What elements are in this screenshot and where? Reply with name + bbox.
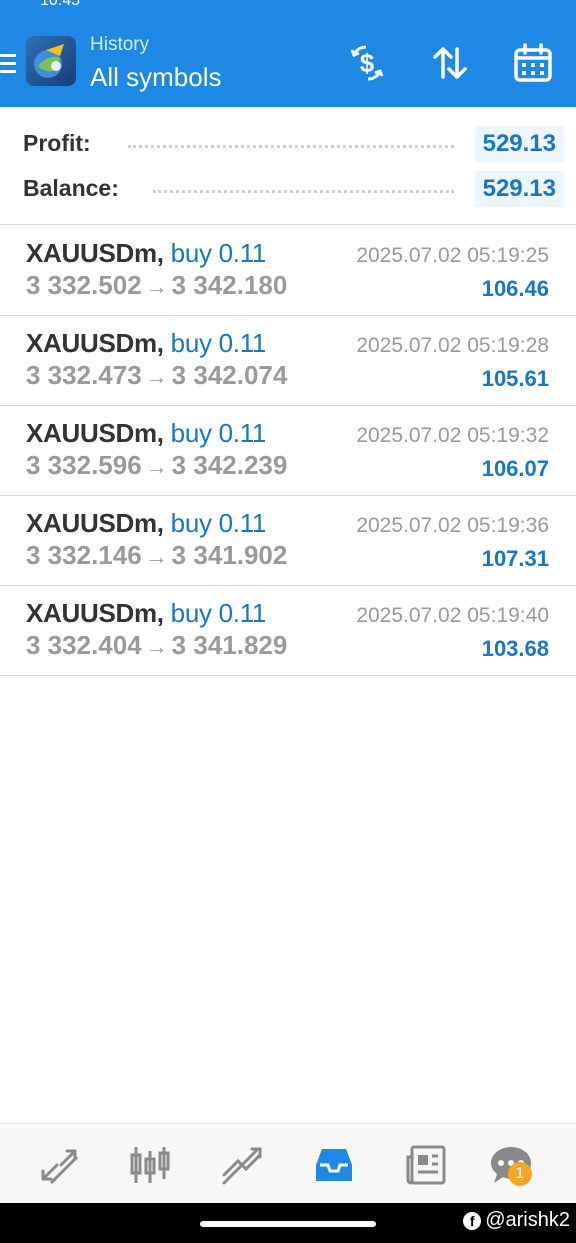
sort-icon[interactable] [427,40,473,86]
watermark-handle: @arishk2 [485,1209,570,1231]
deal-prices: 3 332.473 → 3 342.074 [26,360,287,391]
quotes-icon[interactable] [36,1142,82,1188]
chart-icon[interactable] [127,1142,173,1188]
close-price: 3 342.074 [171,360,288,390]
list-item[interactable]: XAUUSDm, buy 0.11 2025.07.02 05:19:25 3 … [0,226,576,316]
price-arrow: → [145,364,168,389]
header-title[interactable]: All symbols [90,62,221,93]
deal-time: 2025.07.02 05:19:36 [356,514,549,537]
price-arrow: → [145,634,168,659]
open-price: 3 332.596 [26,450,142,480]
deal-symbol-line: XAUUSDm, buy 0.11 [26,238,266,269]
open-price: 3 332.146 [26,540,142,570]
open-price: 3 332.404 [26,630,142,660]
system-nav-bar: f @arishk2 [0,1203,576,1243]
close-price: 3 342.239 [171,450,288,480]
deal-symbol: XAUUSDm, [26,328,164,358]
close-price: 3 342.180 [171,270,288,300]
svg-text:$: $ [360,48,375,78]
header-subtitle: History [90,34,150,55]
home-indicator[interactable] [200,1221,376,1227]
deal-profit: 106.07 [481,456,549,481]
price-arrow: → [145,454,168,479]
deal-symbol-line: XAUUSDm, buy 0.11 [26,598,266,629]
deal-prices: 3 332.404 → 3 341.829 [26,630,287,661]
price-arrow: → [145,274,168,299]
balance-label: Balance: [23,175,119,201]
mt5-history-screen: 10:45 History All symbols $ Profit: 529.… [0,0,576,1243]
watermark: f @arishk2 [463,1209,570,1232]
profit-value: 529.13 [474,126,564,162]
open-price: 3 332.473 [26,360,142,390]
deal-profit: 103.68 [481,636,549,661]
summary-panel: Profit: 529.13 Balance: 529.13 [0,107,576,225]
deal-symbol: XAUUSDm, [26,418,164,448]
facebook-icon: f [463,1211,482,1230]
status-bar: 10:45 [0,0,576,22]
deal-side: buy 0.11 [170,508,267,538]
deal-symbol: XAUUSDm, [26,238,164,268]
open-price: 3 332.502 [26,270,142,300]
profit-dots [128,145,454,148]
deal-side: buy 0.11 [170,238,267,268]
deal-time: 2025.07.02 05:19:40 [356,604,549,627]
deal-profit: 107.31 [481,546,549,571]
bottom-nav: 1 [0,1123,576,1203]
deal-time: 2025.07.02 05:19:25 [356,244,549,267]
deal-symbol-line: XAUUSDm, buy 0.11 [26,508,266,539]
list-item[interactable]: XAUUSDm, buy 0.11 2025.07.02 05:19:32 3 … [0,406,576,496]
chat-icon[interactable]: 1 [488,1142,534,1188]
history-icon[interactable] [311,1142,357,1188]
close-price: 3 341.829 [171,630,288,660]
menu-icon[interactable] [0,54,16,74]
app-header: History All symbols $ [0,22,576,107]
list-item[interactable]: XAUUSDm, buy 0.11 2025.07.02 05:19:28 3 … [0,316,576,406]
deal-side: buy 0.11 [170,598,267,628]
deal-time: 2025.07.02 05:19:28 [356,334,549,357]
deal-symbol: XAUUSDm, [26,508,164,538]
trade-icon[interactable] [219,1142,265,1188]
balance-value: 529.13 [474,171,564,207]
deal-symbol-line: XAUUSDm, buy 0.11 [26,328,266,359]
deal-profit: 106.46 [481,276,549,301]
deal-prices: 3 332.596 → 3 342.239 [26,450,287,481]
deal-profit: 105.61 [481,366,549,391]
balance-dots [153,190,454,193]
deal-side: buy 0.11 [170,418,267,448]
status-time: 10:45 [40,0,81,9]
deal-prices: 3 332.502 → 3 342.180 [26,270,287,301]
list-item[interactable]: XAUUSDm, buy 0.11 2025.07.02 05:19:40 3 … [0,586,576,676]
calendar-icon[interactable] [510,40,556,86]
deal-symbol-line: XAUUSDm, buy 0.11 [26,418,266,449]
price-arrow: → [145,544,168,569]
list-item[interactable]: XAUUSDm, buy 0.11 2025.07.02 05:19:36 3 … [0,496,576,586]
deal-prices: 3 332.146 → 3 341.902 [26,540,287,571]
news-icon[interactable] [403,1142,449,1188]
profit-row: Profit: 529.13 [0,126,576,162]
dollar-swap-icon[interactable]: $ [344,40,390,86]
deal-time: 2025.07.02 05:19:32 [356,424,549,447]
deal-symbol: XAUUSDm, [26,598,164,628]
profit-label: Profit: [23,130,91,156]
chat-badge: 1 [508,1162,532,1186]
balance-row: Balance: 529.13 [0,171,576,207]
app-logo-icon [26,36,76,86]
deal-side: buy 0.11 [170,328,267,358]
close-price: 3 341.902 [171,540,288,570]
